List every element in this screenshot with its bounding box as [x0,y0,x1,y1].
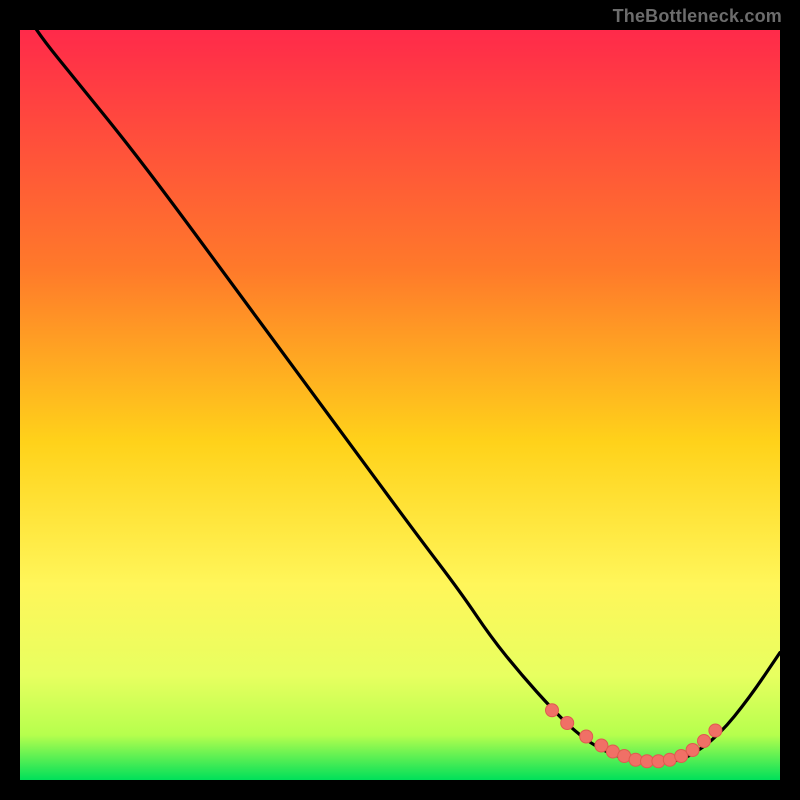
marker-dot [675,750,688,763]
marker-dot [709,724,722,737]
plot-area [20,30,780,780]
marker-dot [698,735,711,748]
marker-dot [561,717,574,730]
gradient-bg [20,30,780,780]
marker-dot [546,704,559,717]
marker-dot [629,753,642,766]
chart-frame: TheBottleneck.com [0,0,800,800]
watermark-text: TheBottleneck.com [613,6,782,27]
marker-dot [595,739,608,752]
marker-dot [652,755,665,768]
chart-svg [20,30,780,780]
marker-dot [580,730,593,743]
marker-dot [686,744,699,757]
